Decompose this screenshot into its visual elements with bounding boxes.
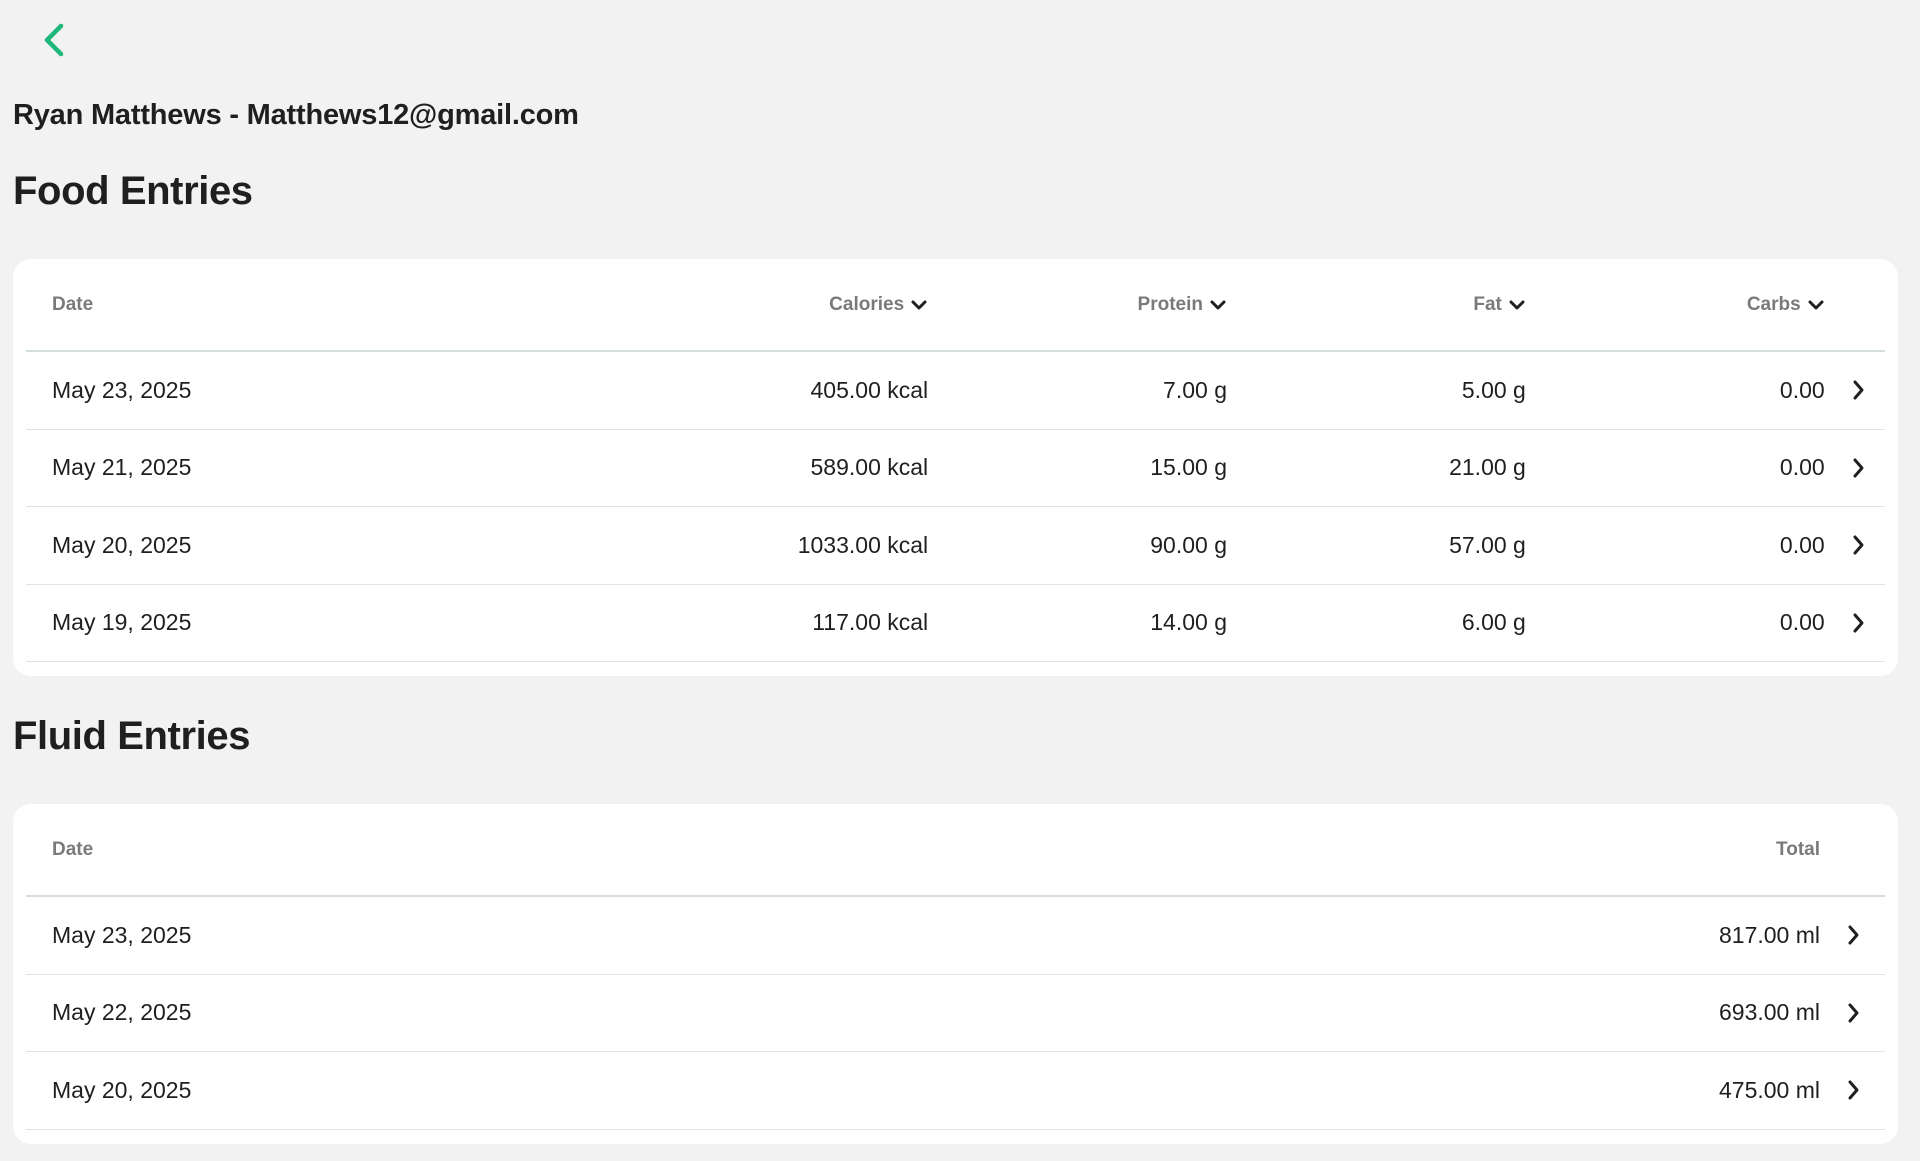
- row-carbs: 0.00: [1779, 609, 1825, 636]
- chevron-right-icon[interactable]: [1851, 612, 1865, 634]
- row-protein: 14.00 g: [1150, 609, 1227, 636]
- row-fat: 6.00 g: [1461, 609, 1526, 636]
- column-label-calories: Calories: [829, 293, 905, 315]
- row-total: 693.00 ml: [1718, 999, 1820, 1026]
- chevron-right-icon[interactable]: [1846, 1002, 1860, 1024]
- row-protein: 90.00 g: [1150, 531, 1227, 558]
- row-protein: 7.00 g: [1163, 376, 1227, 403]
- row-carbs: 0.00: [1779, 376, 1825, 403]
- table-row[interactable]: May 20, 2025 1033.00 kcal 90.00 g 57.00 …: [26, 507, 1885, 585]
- chevron-down-icon: [1509, 300, 1525, 309]
- chevron-left-icon: [44, 23, 64, 57]
- food-entries-title: Food Entries: [13, 169, 253, 213]
- row-date: May 22, 2025: [52, 999, 192, 1026]
- chevron-right-icon[interactable]: [1846, 1079, 1860, 1101]
- food-table-header: Date Calories Protein Fat Carbs: [26, 259, 1885, 352]
- fluid-entries-table: Date Total May 23, 2025 817.00 ml May 22…: [13, 804, 1898, 1144]
- table-row[interactable]: May 22, 2025 693.00 ml: [26, 975, 1885, 1052]
- row-total: 817.00 ml: [1718, 921, 1820, 948]
- row-date: May 19, 2025: [52, 609, 192, 636]
- column-header-calories[interactable]: Calories: [635, 294, 934, 316]
- page: Ryan Matthews - Matthews12@gmail.com Foo…: [0, 0, 1920, 1161]
- row-date: May 23, 2025: [52, 921, 192, 948]
- food-entries-table: Date Calories Protein Fat Carbs May 23, …: [13, 259, 1898, 676]
- row-carbs: 0.00: [1779, 454, 1825, 481]
- table-row[interactable]: May 21, 2025 589.00 kcal 15.00 g 21.00 g…: [26, 430, 1885, 507]
- row-fat: 21.00 g: [1449, 454, 1526, 481]
- row-date: May 21, 2025: [52, 454, 192, 481]
- column-header-total: Total: [1776, 838, 1820, 860]
- table-row[interactable]: May 23, 2025 817.00 ml: [26, 897, 1885, 975]
- chevron-right-icon[interactable]: [1851, 534, 1865, 556]
- chevron-down-icon: [1210, 300, 1226, 309]
- chevron-down-icon: [911, 300, 927, 309]
- row-total: 475.00 ml: [1718, 1076, 1820, 1103]
- column-label-carbs: Carbs: [1746, 293, 1801, 315]
- row-date: May 20, 2025: [52, 531, 192, 558]
- column-header-fat[interactable]: Fat: [1233, 294, 1532, 316]
- row-calories: 589.00 kcal: [810, 454, 929, 481]
- row-calories: 405.00 kcal: [810, 376, 929, 403]
- column-label-protein: Protein: [1137, 293, 1203, 315]
- row-calories: 1033.00 kcal: [797, 531, 929, 558]
- table-row[interactable]: May 23, 2025 405.00 kcal 7.00 g 5.00 g 0…: [26, 352, 1885, 430]
- chevron-down-icon: [1808, 300, 1824, 309]
- back-button[interactable]: [36, 20, 72, 60]
- table-row[interactable]: May 20, 2025 475.00 ml: [26, 1052, 1885, 1130]
- chevron-right-icon[interactable]: [1846, 924, 1860, 946]
- table-row[interactable]: May 19, 2025 117.00 kcal 14.00 g 6.00 g …: [26, 585, 1885, 662]
- row-carbs: 0.00: [1779, 531, 1825, 558]
- row-protein: 15.00 g: [1150, 454, 1227, 481]
- chevron-right-icon[interactable]: [1851, 457, 1865, 479]
- row-calories: 117.00 kcal: [812, 609, 929, 636]
- row-fat: 57.00 g: [1449, 531, 1526, 558]
- fluid-table-header: Date Total: [26, 804, 1885, 897]
- chevron-right-icon[interactable]: [1851, 379, 1865, 401]
- column-header-date: Date: [52, 838, 94, 860]
- column-header-protein[interactable]: Protein: [934, 294, 1233, 316]
- fluid-entries-title: Fluid Entries: [13, 714, 251, 758]
- row-date: May 23, 2025: [52, 376, 192, 403]
- user-name-email: Ryan Matthews - Matthews12@gmail.com: [13, 99, 579, 131]
- column-header-date: Date: [52, 293, 94, 315]
- column-header-carbs[interactable]: Carbs: [1532, 294, 1831, 316]
- row-date: May 20, 2025: [52, 1076, 192, 1103]
- column-label-fat: Fat: [1473, 293, 1502, 315]
- row-fat: 5.00 g: [1461, 376, 1526, 403]
